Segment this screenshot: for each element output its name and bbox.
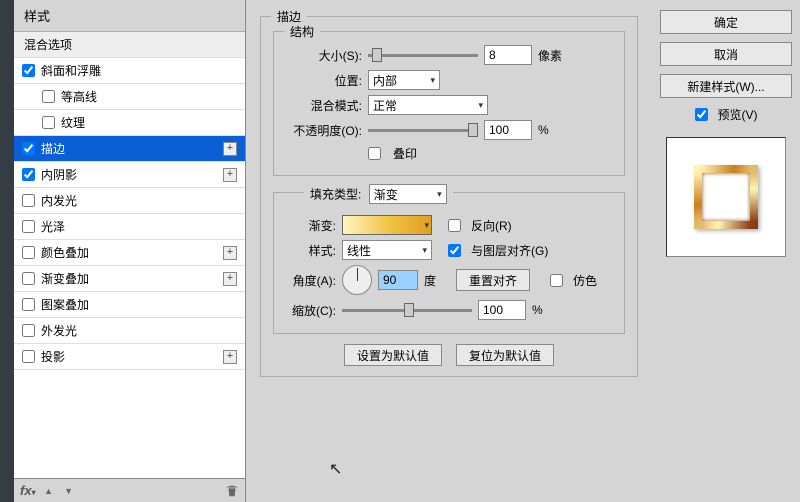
right-panel: 确定 取消 新建样式(W)... 预览(V) [652, 0, 800, 502]
gradient-swatch[interactable]: ▾ [342, 215, 432, 235]
inner-glow-item[interactable]: 内发光 [14, 188, 245, 214]
drop-shadow-checkbox[interactable] [22, 350, 35, 363]
inner-shadow-checkbox[interactable] [22, 168, 35, 181]
fill-subgroup: 填充类型: 渐变▾ 渐变: ▾ 反向(R) 样式: 线性▾ [273, 192, 625, 334]
drop-shadow-item[interactable]: 投影 + [14, 344, 245, 370]
angle-dial[interactable] [342, 265, 372, 295]
color-overlay-checkbox[interactable] [22, 246, 35, 259]
position-label: 位置: [284, 72, 362, 89]
blend-mode-label: 混合模式: [284, 97, 362, 114]
opacity-slider[interactable] [368, 129, 478, 132]
reset-default-button[interactable]: 复位为默认值 [456, 344, 554, 366]
styles-sidebar: 样式 混合选项 斜面和浮雕 等高线 纹理 描边 + 内阴影 [14, 0, 246, 502]
gradient-style-label: 样式: [284, 242, 336, 259]
add-drop-shadow-icon[interactable]: + [223, 350, 237, 364]
ok-button[interactable]: 确定 [660, 10, 792, 34]
angle-unit: 度 [424, 272, 436, 289]
angle-input[interactable] [378, 270, 418, 290]
fx-menu-icon[interactable]: fx▾ [20, 483, 36, 498]
size-input[interactable] [484, 45, 532, 65]
dither-checkbox[interactable] [550, 274, 563, 287]
satin-item[interactable]: 光泽 [14, 214, 245, 240]
contour-checkbox[interactable] [42, 90, 55, 103]
preview-label: 预览(V) [718, 106, 758, 123]
outer-glow-checkbox[interactable] [22, 324, 35, 337]
outer-glow-item[interactable]: 外发光 [14, 318, 245, 344]
preview-swatch [694, 165, 758, 229]
scale-label: 缩放(C): [284, 302, 336, 319]
reverse-checkbox[interactable] [448, 219, 461, 232]
move-up-icon[interactable]: ▲ [42, 484, 56, 498]
bevel-checkbox[interactable] [22, 64, 35, 77]
bevel-emboss-item[interactable]: 斜面和浮雕 [14, 58, 245, 84]
angle-label: 角度(A): [284, 272, 336, 289]
opacity-label: 不透明度(O): [284, 122, 362, 139]
add-gradient-overlay-icon[interactable]: + [223, 272, 237, 286]
gradient-label: 渐变: [284, 217, 336, 234]
gradient-overlay-checkbox[interactable] [22, 272, 35, 285]
preview-checkbox[interactable] [695, 108, 708, 121]
add-inner-shadow-icon[interactable]: + [223, 168, 237, 182]
preview-box [666, 137, 786, 257]
align-label: 与图层对齐(G) [471, 242, 548, 259]
overprint-label: 叠印 [393, 145, 417, 162]
inner-glow-checkbox[interactable] [22, 194, 35, 207]
reset-align-button[interactable]: 重置对齐 [456, 269, 530, 291]
structure-subgroup: 结构 大小(S): 像素 位置: 内部▾ 混合模式: 正常▾ 不透明度(O): [273, 31, 625, 176]
scale-unit: % [532, 303, 543, 317]
structure-title: 结构 [284, 23, 320, 40]
blend-mode-select[interactable]: 正常▾ [368, 95, 488, 115]
scale-input[interactable] [478, 300, 526, 320]
add-color-overlay-icon[interactable]: + [223, 246, 237, 260]
delete-icon[interactable] [225, 484, 239, 498]
settings-panel: 描边 结构 大小(S): 像素 位置: 内部▾ 混合模式: 正常▾ [246, 0, 652, 502]
size-label: 大小(S): [284, 47, 362, 64]
inner-shadow-item[interactable]: 内阴影 + [14, 162, 245, 188]
stroke-item[interactable]: 描边 + [14, 136, 245, 162]
size-unit: 像素 [538, 47, 562, 64]
position-select[interactable]: 内部▾ [368, 70, 440, 90]
styles-list: 混合选项 斜面和浮雕 等高线 纹理 描边 + 内阴影 + [14, 32, 245, 478]
satin-checkbox[interactable] [22, 220, 35, 233]
fill-type-label: 填充类型: [310, 188, 361, 202]
add-stroke-icon[interactable]: + [223, 142, 237, 156]
contour-item[interactable]: 等高线 [14, 84, 245, 110]
fill-type-select[interactable]: 渐变▾ [369, 184, 447, 204]
reverse-label: 反向(R) [471, 217, 512, 234]
overprint-checkbox[interactable] [368, 147, 381, 160]
opacity-input[interactable] [484, 120, 532, 140]
gradient-style-select[interactable]: 线性▾ [342, 240, 432, 260]
stroke-group: 描边 结构 大小(S): 像素 位置: 内部▾ 混合模式: 正常▾ [260, 16, 638, 377]
size-slider[interactable] [368, 54, 478, 57]
pattern-overlay-checkbox[interactable] [22, 298, 35, 311]
stroke-checkbox[interactable] [22, 142, 35, 155]
align-checkbox[interactable] [448, 244, 461, 257]
make-default-button[interactable]: 设置为默认值 [344, 344, 442, 366]
pattern-overlay-item[interactable]: 图案叠加 [14, 292, 245, 318]
move-down-icon[interactable]: ▼ [62, 484, 76, 498]
styles-header: 样式 [14, 0, 245, 32]
scale-slider[interactable] [342, 309, 472, 312]
dither-label: 仿色 [573, 272, 597, 289]
color-overlay-item[interactable]: 颜色叠加 + [14, 240, 245, 266]
sidebar-bottom-bar: fx▾ ▲ ▼ [14, 478, 245, 502]
blending-options-item[interactable]: 混合选项 [14, 32, 245, 58]
gradient-overlay-item[interactable]: 渐变叠加 + [14, 266, 245, 292]
texture-checkbox[interactable] [42, 116, 55, 129]
opacity-unit: % [538, 123, 549, 137]
texture-item[interactable]: 纹理 [14, 110, 245, 136]
cancel-button[interactable]: 取消 [660, 42, 792, 66]
new-style-button[interactable]: 新建样式(W)... [660, 74, 792, 98]
